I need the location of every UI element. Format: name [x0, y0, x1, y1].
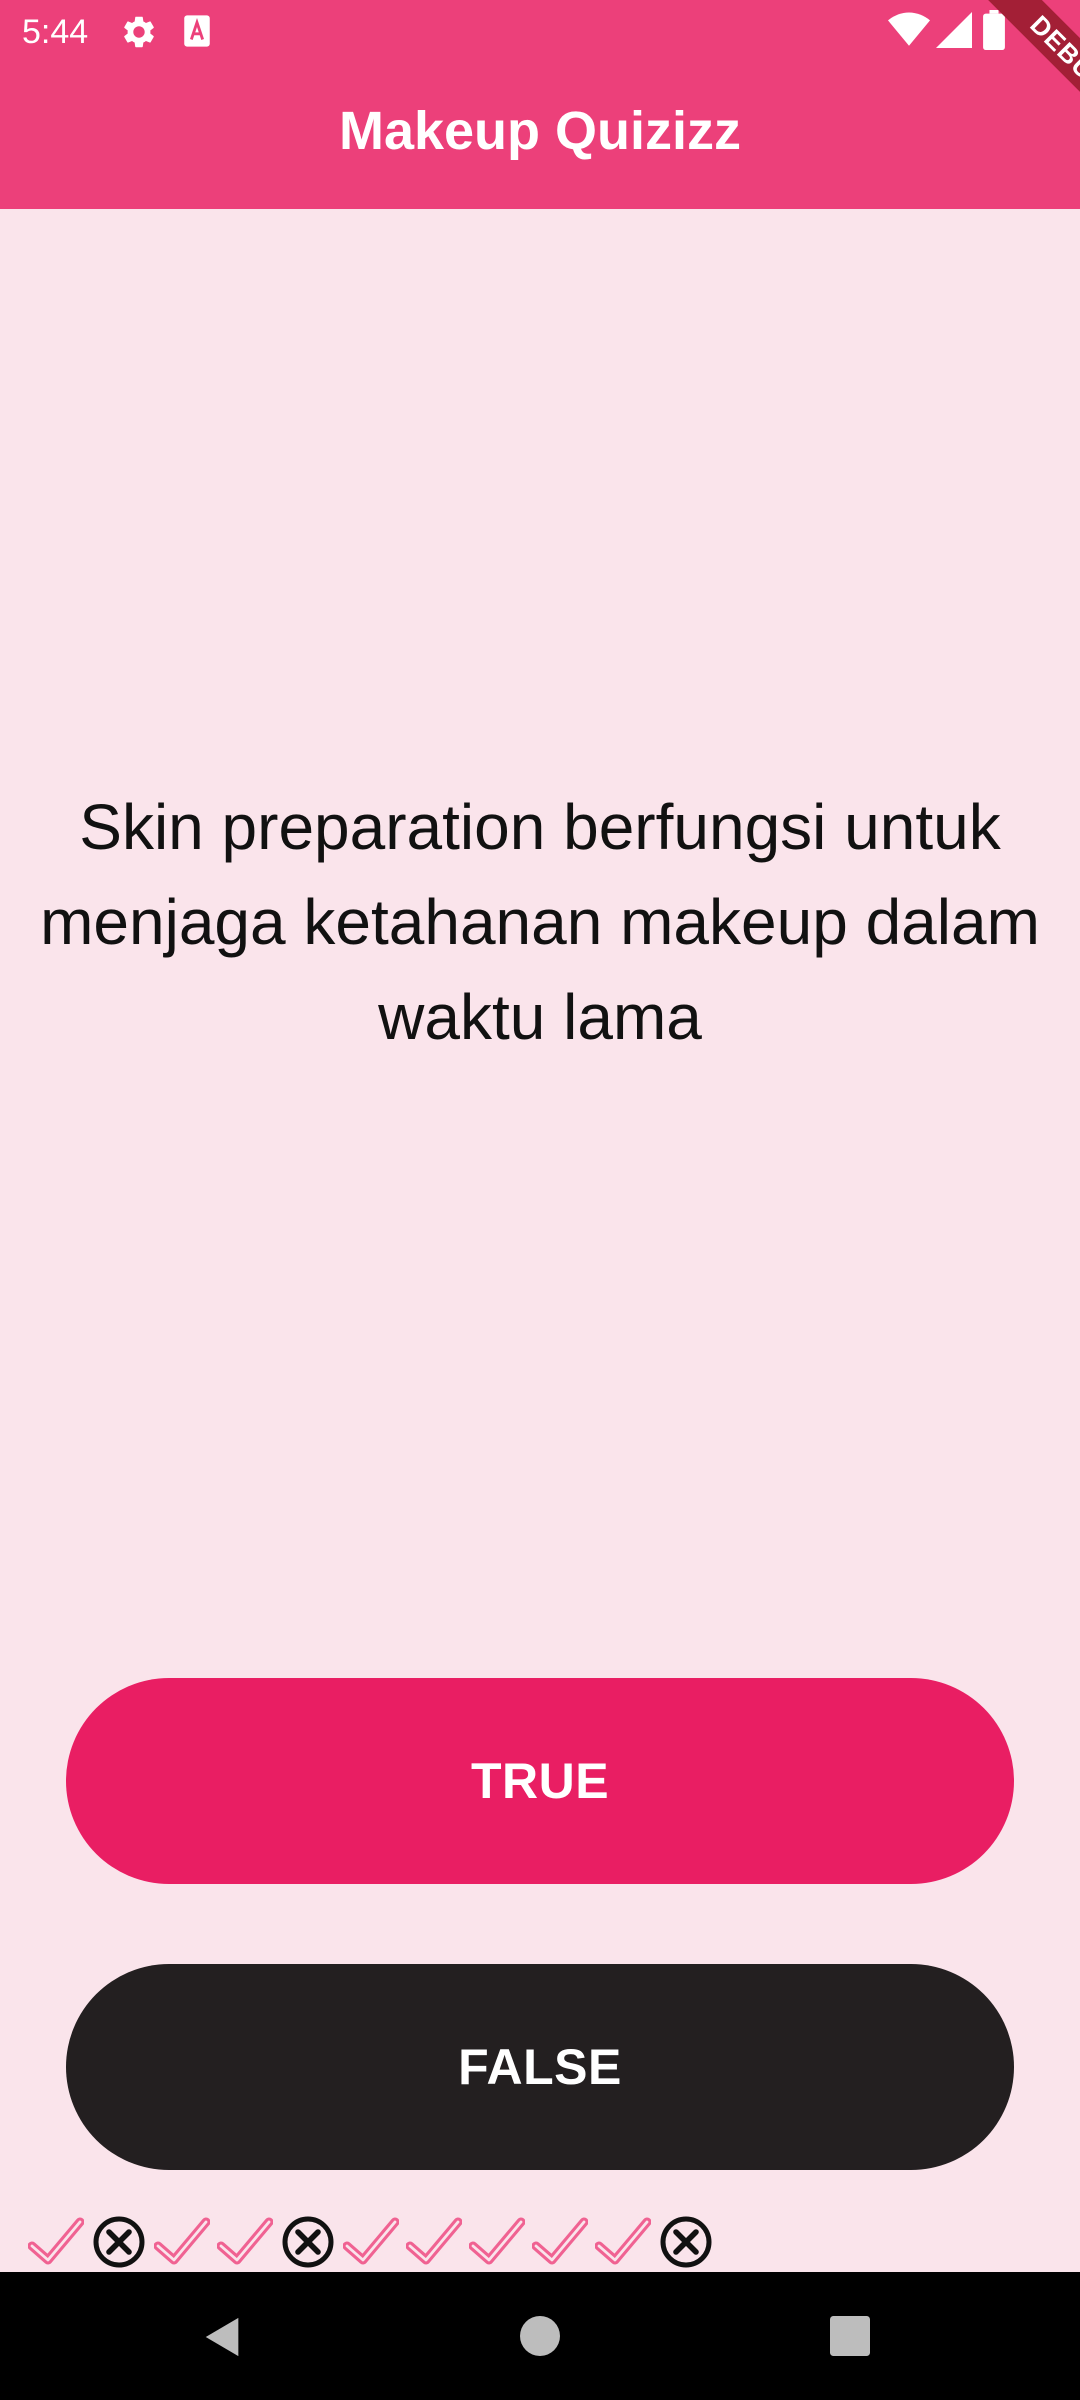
app-bar: Makeup Quizizz — [0, 63, 1080, 209]
cancel-circle-icon — [282, 2216, 334, 2268]
wifi-icon — [888, 12, 930, 46]
check-icon — [406, 2217, 462, 2265]
recents-icon[interactable] — [830, 2316, 870, 2356]
true-button[interactable]: TRUE — [66, 1678, 1014, 1884]
sim-card-icon — [184, 15, 210, 47]
check-icon — [595, 2217, 651, 2265]
cell-signal-icon — [936, 12, 972, 48]
check-icon — [469, 2217, 525, 2265]
check-icon — [217, 2217, 273, 2265]
status-bar: 5:44 — [0, 0, 1080, 63]
false-button[interactable]: FALSE — [66, 1964, 1014, 2170]
back-icon[interactable] — [200, 2314, 246, 2360]
app-title: Makeup Quizizz — [338, 101, 742, 161]
score-keeper — [28, 2214, 714, 2270]
navigation-bar — [0, 2272, 1080, 2400]
status-time: 5:44 — [22, 13, 89, 51]
check-icon — [532, 2217, 588, 2265]
battery-icon — [983, 10, 1005, 50]
cancel-circle-icon — [660, 2216, 712, 2268]
question-text: Skin preparation berfungsi untuk menjaga… — [40, 791, 1040, 1053]
check-icon — [28, 2217, 84, 2265]
gear-icon — [124, 16, 154, 48]
cancel-circle-icon — [93, 2216, 145, 2268]
home-icon[interactable] — [520, 2316, 560, 2356]
app-screen: 5:44 Makeup Quizizz DEBUG Skin preparati… — [0, 0, 1080, 2400]
check-icon — [154, 2217, 210, 2265]
check-icon — [343, 2217, 399, 2265]
